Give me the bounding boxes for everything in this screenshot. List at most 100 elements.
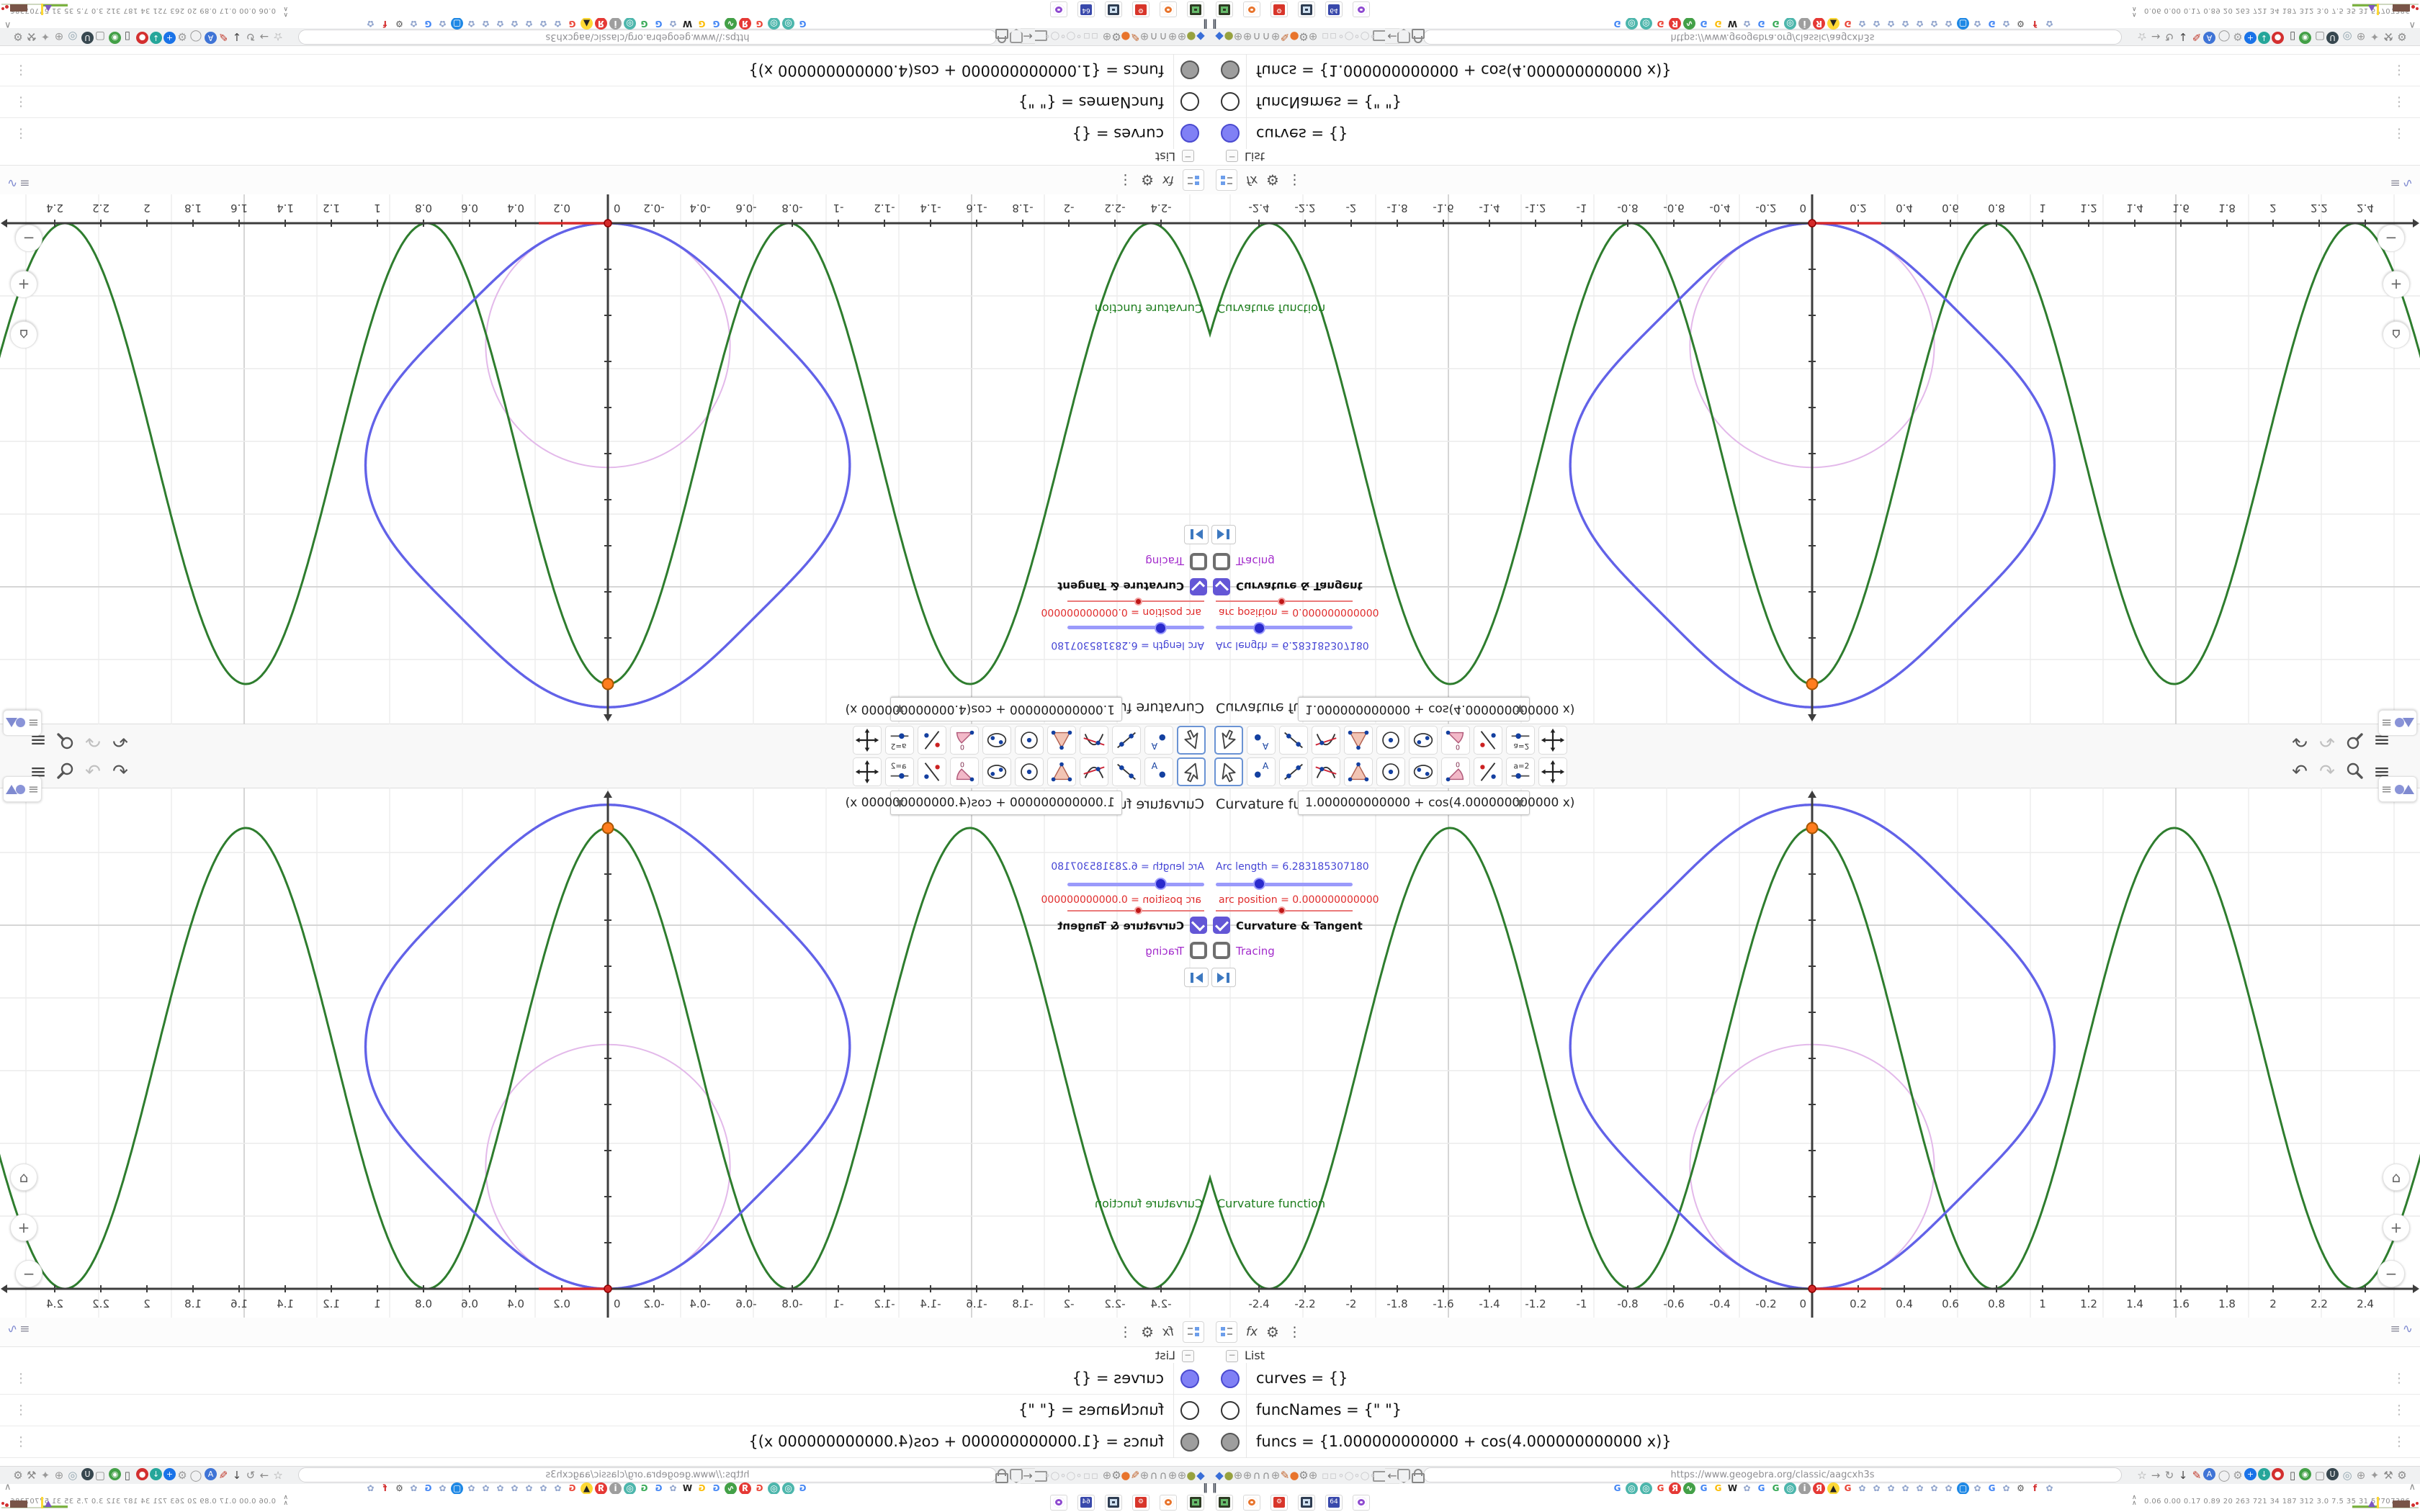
chevron-up-icon[interactable]: ∧ [4,1482,12,1493]
tab-redgear-icon[interactable]: ⚙ [1132,1495,1150,1511]
pinwheel-icon[interactable]: ✿ [1914,1482,1926,1495]
curvature-tangent-checkbox[interactable] [1213,917,1230,934]
algebra-row-curves[interactable]: curves = {} ⋮ [1210,1363,2420,1395]
step-forward-button[interactable] [1211,968,1236,987]
pinwheel-icon[interactable]: ✿ [523,1482,535,1495]
knit-icon[interactable]: ◎ [1784,17,1796,30]
pinwheel-icon[interactable]: ✿ [523,17,535,30]
kebab-menu-icon[interactable]: ⋮ [1119,1324,1132,1340]
plus-icon[interactable]: + [2244,32,2257,44]
fx-icon[interactable]: fx [1246,173,1258,187]
marker-icon[interactable]: ✎ [2190,1468,2204,1482]
tool-polygon-icon[interactable] [1344,757,1373,786]
arc-position-text[interactable]: arc position = 0.000000000000 [1041,894,1201,906]
tab-floppy-icon[interactable]: 64 [1325,1495,1343,1511]
table-view-button[interactable] [1183,1321,1204,1343]
search-icon[interactable] [52,723,79,757]
tool-angle-icon[interactable]: 0 [950,726,979,755]
chat-icon[interactable]: ▢ [1957,1482,1969,1495]
knit-icon[interactable]: ◎ [1626,17,1638,30]
pinwheel-icon[interactable]: ✿ [494,1482,506,1495]
zoom-in-button[interactable]: + [2383,271,2410,298]
arc-length-slider[interactable] [1216,622,1353,634]
tool-angle-icon[interactable]: 0 [950,757,979,786]
geogebra-icon[interactable]: ∿ [725,1482,737,1495]
tool-reflect-about-line-icon[interactable] [918,757,946,786]
google-icon[interactable]: G [638,1482,650,1495]
arc-position-slider[interactable] [1216,598,1353,606]
redo-icon[interactable]: ↷ [79,756,107,788]
record-icon[interactable]: ● [2272,1468,2284,1480]
undo-icon[interactable]: ↶ [107,724,134,756]
table-view-button[interactable] [1183,169,1204,191]
image-icon[interactable]: ▲ [581,17,593,30]
yandex-icon[interactable]: Я [1813,1482,1825,1495]
f-icon[interactable]: f [2029,1482,2041,1495]
curvature-tangent-checkbox[interactable] [1213,578,1230,595]
google-icon[interactable]: G [797,1482,809,1495]
home-button[interactable]: ⌂ [2383,1164,2410,1191]
google-icon[interactable]: G [653,1482,665,1495]
google-icon[interactable]: G [710,17,722,30]
collapse-button[interactable]: − [1226,150,1238,162]
tool-move-cursor-icon[interactable] [1177,757,1206,786]
tool-reflect-about-line-icon[interactable] [1474,726,1502,755]
pinwheel-icon[interactable]: ✿ [1971,1482,1984,1495]
arc-position-slider[interactable] [1067,598,1204,606]
algebra-row-funcNames[interactable]: funcNames = {" "} ⋮ [0,1395,1210,1426]
tracing-checkbox[interactable] [1190,553,1207,570]
tab-redgear-icon[interactable]: ⚙ [1270,1495,1288,1511]
geogebra-icon[interactable]: ∿ [1683,1482,1695,1495]
table-view-button[interactable] [1216,169,1237,191]
google-icon[interactable]: G [696,17,708,30]
perspective-button[interactable]: ≡ [3,776,42,802]
function-dropdown[interactable]: 1.000000000000 + cos(4.000000000000 x) ▼ [846,697,1122,721]
google-icon[interactable]: G [1842,1482,1854,1495]
panel-toggle-button[interactable]: ≡ ∿ [2390,1322,2414,1336]
redo-icon[interactable]: ↷ [2313,756,2341,788]
arc-position-slider[interactable] [1216,906,1353,914]
arc-length-slider-handle[interactable] [1253,622,1265,634]
arc-position-slider-handle[interactable] [1134,906,1142,914]
ublock-icon[interactable]: U [2326,1468,2339,1480]
search-icon[interactable] [2341,723,2368,757]
tool-circle-center-point-icon[interactable] [1376,757,1405,786]
algebra-row-funcs[interactable]: funcs = {1.000000000000 + cos(4.00000000… [1210,54,2420,86]
yandex-icon[interactable]: Я [739,17,751,30]
google-icon[interactable]: G [1611,17,1623,30]
gear-icon[interactable]: ⚙ [2015,1482,2027,1495]
panel-toggle-button[interactable]: ≡ ∿ [7,176,30,190]
google-icon[interactable]: G [1611,1482,1623,1495]
tracing-checkbox[interactable] [1213,553,1230,570]
tab-owl-icon[interactable] [1050,1,1067,17]
tool-move-graphics-view-icon[interactable] [853,757,882,786]
arc-position-slider[interactable] [1067,906,1204,914]
marker-icon[interactable]: ✎ [2190,30,2204,44]
google-icon[interactable]: G [638,17,650,30]
function-dropdown[interactable]: 1.000000000000 + cos(4.000000000000 x) ▼ [1298,791,1574,815]
pinwheel-icon[interactable]: ✿ [436,17,449,30]
tool-reflect-about-line-icon[interactable] [918,726,946,755]
algebra-row-curves[interactable]: curves = {} ⋮ [0,117,1210,149]
tab-firefox-icon[interactable] [1160,1495,1177,1511]
info-icon[interactable]: i [609,1482,622,1495]
google-icon[interactable]: G [1770,1482,1782,1495]
tool-point-icon[interactable]: A [1144,726,1173,755]
tool-polygon-icon[interactable] [1047,757,1076,786]
like-icon[interactable]: ✦ [38,1468,53,1482]
globe-icon[interactable]: ⊕ [52,1468,66,1482]
back-arrow-icon[interactable]: ← [1021,1468,1035,1484]
graphics-view[interactable]: -2.4 -2.2 -2 -1.8 -1.6 -1.4 -1.2 -1 -0.8 -0.6 -0.4… [0,788,1210,1318]
kebab-menu-icon[interactable]: ⋮ [2393,1371,2406,1386]
undo-icon[interactable]: ↶ [2286,756,2313,788]
kebab-menu-icon[interactable]: ⋮ [1288,1324,1301,1340]
pinwheel-icon[interactable]: ✿ [1928,1482,1940,1495]
yandex-icon[interactable]: Я [1669,17,1681,30]
arc-length-text[interactable]: Arc length = 6.283185307180 [1216,639,1369,651]
address-bar[interactable]: https://www.geogebra.org/classic/aagcxh3… [298,30,997,45]
star-icon[interactable]: ☆ [271,30,285,44]
f-icon[interactable]: f [379,1482,391,1495]
gear-icon[interactable]: ⚙ [2015,17,2027,30]
arc-position-text[interactable]: arc position = 0.000000000000 [1219,606,1379,618]
pinwheel-icon[interactable]: ✿ [537,17,550,30]
